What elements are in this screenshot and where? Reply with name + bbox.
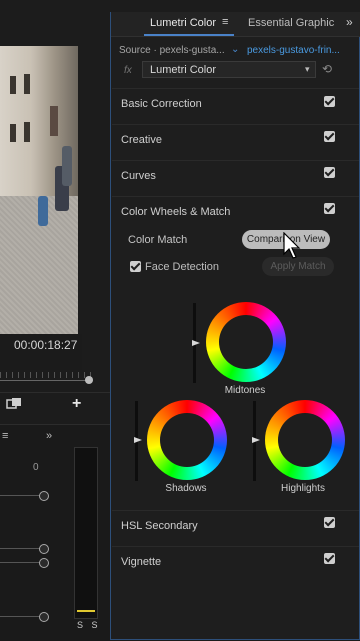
section-enable-checkbox[interactable]	[324, 96, 335, 107]
video-window	[24, 122, 30, 142]
tab-menu-icon[interactable]: ≡	[222, 16, 228, 28]
section-label[interactable]: Curves	[121, 170, 156, 182]
section-enable-checkbox[interactable]	[324, 203, 335, 214]
section-label[interactable]: Vignette	[121, 556, 161, 568]
chevron-down-icon[interactable]: ⌄	[231, 44, 239, 55]
tabs-overflow-icon[interactable]: »	[346, 15, 353, 29]
timeline-ruler-ticks	[0, 372, 92, 378]
section-label[interactable]: Creative	[121, 134, 162, 146]
sequence-clip-link[interactable]: pexels-gustavo-frin...	[247, 45, 340, 56]
add-button-icon[interactable]: +	[72, 395, 81, 413]
highlights-label: Highlights	[281, 483, 325, 494]
active-tab-indicator	[144, 34, 234, 36]
video-window	[10, 124, 16, 142]
mouse-cursor-icon	[283, 232, 301, 259]
section-enable-checkbox[interactable]	[324, 167, 335, 178]
video-person	[62, 146, 72, 186]
wheel-center[interactable]	[219, 315, 273, 369]
meter-level	[77, 610, 95, 612]
wheel-center[interactable]	[278, 413, 332, 467]
wheel-center[interactable]	[160, 413, 214, 467]
face-detection-checkbox[interactable]	[130, 261, 141, 272]
panel-expand-icon[interactable]: »	[46, 430, 52, 442]
meter-solo-labels[interactable]: S S	[77, 620, 101, 630]
timecode-display[interactable]: 00:00:18:27	[14, 338, 77, 352]
playhead-track[interactable]	[0, 380, 92, 381]
video-window	[50, 106, 58, 136]
fader-knob[interactable]	[39, 491, 49, 501]
program-monitor-video[interactable]	[0, 46, 78, 334]
video-person	[38, 196, 48, 226]
export-frame-icon[interactable]	[6, 397, 22, 411]
fx-toggle-icon[interactable]: fx	[124, 65, 132, 76]
section-label[interactable]: Basic Correction	[121, 98, 202, 110]
toolbar-divider	[0, 392, 110, 393]
playhead-handle[interactable]	[85, 376, 93, 384]
audio-level-meter	[74, 447, 98, 619]
shadows-label: Shadows	[165, 483, 207, 494]
source-clip-selector[interactable]: Source · pexels-gusta...	[119, 45, 225, 56]
audio-zero-label: 0	[33, 462, 39, 473]
fader-knob[interactable]	[39, 612, 49, 622]
face-detection-label[interactable]: Face Detection	[145, 261, 219, 273]
dropdown-arrow-icon[interactable]: ▾	[305, 64, 310, 75]
section-enable-checkbox[interactable]	[324, 131, 335, 142]
tab-lumetri-color[interactable]: Lumetri Color	[150, 17, 216, 29]
panel-menu-icon[interactable]: ≡	[2, 430, 8, 442]
color-match-label: Color Match	[128, 234, 188, 246]
section-label[interactable]: HSL Secondary	[121, 520, 198, 532]
fader-knob[interactable]	[39, 544, 49, 554]
section-enable-checkbox[interactable]	[324, 517, 335, 528]
effect-select-label: Lumetri Color	[150, 64, 217, 76]
tab-essential-graphics[interactable]: Essential Graphic	[248, 17, 334, 29]
midtones-label: Midtones	[224, 385, 266, 396]
fader-knob[interactable]	[39, 558, 49, 568]
section-enable-checkbox[interactable]	[324, 553, 335, 564]
section-label[interactable]: Color Wheels & Match	[121, 206, 230, 218]
video-window	[10, 76, 16, 94]
video-window	[24, 74, 30, 94]
reset-effect-icon[interactable]: ⟲	[322, 62, 332, 76]
